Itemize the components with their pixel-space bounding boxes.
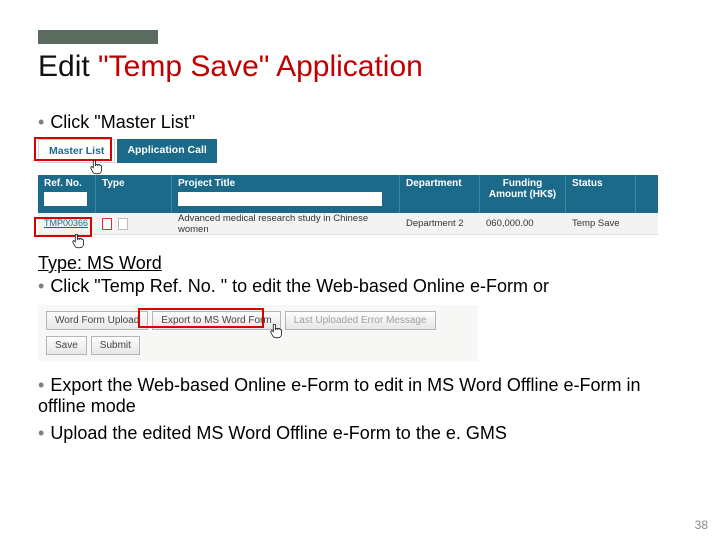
col-dept: Department [400,175,480,213]
bullet-2: • Click "Temp Ref. No. " to edit the Web-… [38,276,690,297]
col-status: Status [566,175,636,213]
cell-title: Advanced medical research study in Chine… [172,213,400,235]
col-title: Project Title [172,175,400,213]
cell-ref: TMP00366 [38,218,96,229]
bullet-4-text: Upload the edited MS Word Offline e-Form… [50,423,507,443]
slide-title: Edit "Temp Save" Application [38,50,423,84]
tab-master-list[interactable]: Master List [38,139,115,163]
bullet-dot: • [38,423,44,443]
col-status-label: Status [572,178,603,189]
col-title-label: Project Title [178,178,235,189]
screenshot-master-list: Master List Application Call Ref. No. Ty… [38,139,658,235]
cell-fund: 060,000.00 [480,218,566,229]
bullet-3: •Export the Web-based Online e-Form to e… [38,375,690,417]
last-error-label: Last Uploaded Error Message [294,315,427,326]
button-row-1: Word Form Upload Export to MS Word Form … [46,311,470,330]
bullet-2-text: Click "Temp Ref. No. " to edit the Web-b… [50,276,549,296]
cell-dept-text: Department 2 [406,218,464,229]
tabs-row: Master List Application Call [38,139,658,163]
title-red: "Temp Save" Application [98,50,423,83]
slide-content: • Click "Master List" Master List Applica… [38,110,690,450]
title-part1: Edit [38,50,98,83]
submit-button[interactable]: Submit [91,336,140,355]
cell-dept: Department 2 [400,218,480,229]
bullet-dot: • [38,375,44,395]
col-type: Type [96,175,172,213]
type-subhead: Type: MS Word [38,253,690,274]
cell-type [96,218,172,230]
save-label: Save [55,340,78,351]
bullet-dot: • [38,276,44,296]
filter-ref[interactable] [44,192,87,206]
col-ref-label: Ref. No. [44,178,82,189]
word-form-upload-label: Word Form Upload [55,315,139,326]
tab-master-list-label: Master List [49,145,104,157]
bullet-dot: • [38,112,44,132]
col-fund-label: Funding Amount (HK$) [489,178,556,200]
tab-application-call-label: Application Call [127,144,206,156]
page-number: 38 [695,518,708,532]
table-row: TMP00366 Advanced medical research study… [38,213,658,235]
screenshot-export-buttons: Word Form Upload Export to MS Word Form … [38,305,478,361]
table-header-row: Ref. No. Type Project Title Department F… [38,175,658,213]
pdf-icon[interactable] [102,218,112,230]
bullet-4: • Upload the edited MS Word Offline e-For… [38,423,690,444]
cell-title-text: Advanced medical research study in Chine… [178,213,368,235]
export-word-button[interactable]: Export to MS Word Form [152,311,280,330]
cell-status-text: Temp Save [572,218,620,229]
word-form-upload-button[interactable]: Word Form Upload [46,311,148,330]
export-word-label: Export to MS Word Form [161,315,271,326]
bullet-3-text: Export the Web-based Online e-Form to ed… [38,375,641,416]
accent-bar [38,30,158,44]
col-fund: Funding Amount (HK$) [480,175,566,213]
tab-application-call[interactable]: Application Call [117,139,216,163]
bullet-1: • Click "Master List" [38,112,690,133]
last-error-button: Last Uploaded Error Message [285,311,436,330]
col-dept-label: Department [406,178,462,189]
bullet-1-text: Click "Master List" [50,112,195,132]
button-row-2: Save Submit [46,336,470,355]
col-type-label: Type [102,178,125,189]
col-ref: Ref. No. [38,175,96,213]
cell-status: Temp Save [566,218,636,229]
filter-title[interactable] [178,192,382,206]
submit-label: Submit [100,340,131,351]
save-button[interactable]: Save [46,336,87,355]
ref-link[interactable]: TMP00366 [44,218,88,228]
word-icon[interactable] [118,218,128,230]
cell-fund-text: 060,000.00 [486,218,534,229]
